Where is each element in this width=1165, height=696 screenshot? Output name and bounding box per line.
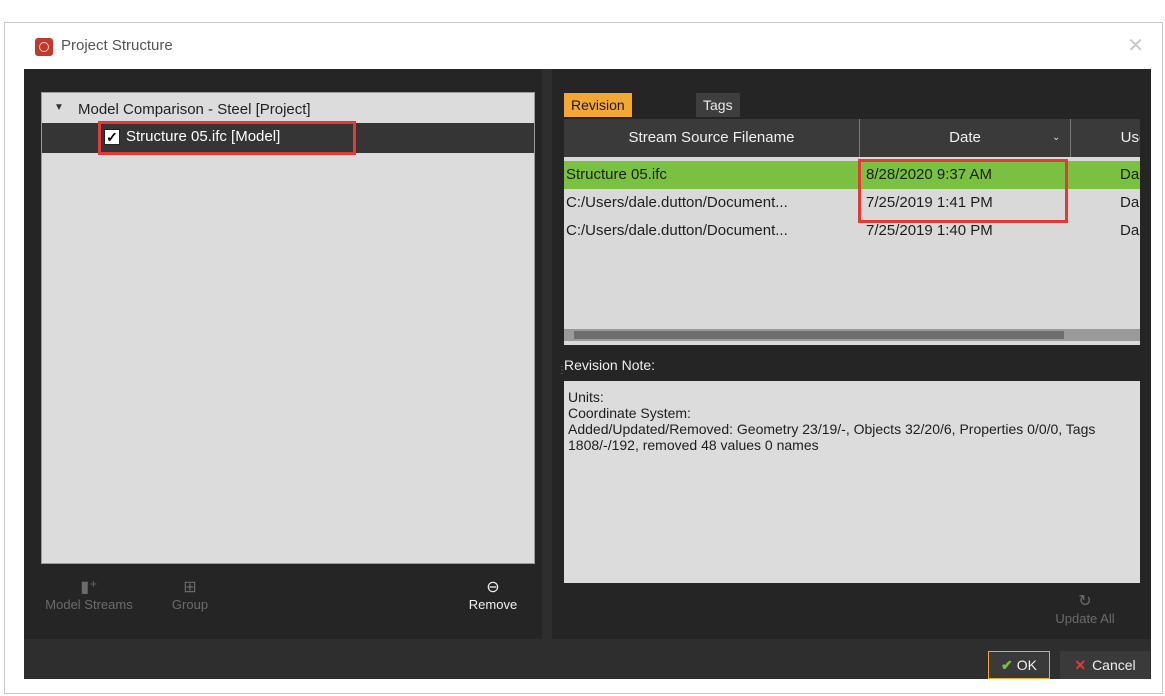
refresh-icon: ↻ — [1078, 593, 1092, 610]
update-all-label: Update All — [1055, 611, 1115, 626]
project-tree: ▼ Model Comparison - Steel [Project] ✓ S… — [41, 92, 535, 564]
x-icon: ✕ — [1074, 657, 1087, 673]
project-tree-panel: ▼ Model Comparison - Steel [Project] ✓ S… — [24, 69, 542, 639]
ok-button[interactable]: ✔ OK — [988, 651, 1050, 679]
update-all-button[interactable]: ↻ Update All — [1040, 591, 1130, 626]
left-toolbar: ▮⁺ Model Streams ⊞ Group ⊖ Remove — [24, 569, 542, 639]
group-button[interactable]: ⊞ Group — [160, 577, 220, 612]
horizontal-scrollbar[interactable] — [564, 329, 1140, 341]
cell-filename: Structure 05.ifc — [566, 166, 667, 183]
tree-item-model[interactable]: ✓ Structure 05.ifc [Model] — [42, 121, 534, 155]
column-header-date[interactable]: Date — [860, 119, 1071, 157]
remove-label: Remove — [468, 597, 518, 612]
dialog-footer: ✔ OK ✕ Cancel — [24, 639, 1151, 679]
table-header: Stream Source Filename Date ⌄ Use — [564, 119, 1140, 157]
cell-user: Da — [1120, 166, 1140, 183]
app-logo-icon — [35, 38, 53, 56]
cell-user: Da — [1120, 222, 1140, 239]
cancel-button[interactable]: ✕ Cancel — [1060, 651, 1150, 679]
model-checkbox[interactable]: ✓ — [104, 129, 120, 145]
close-icon[interactable]: ✕ — [1127, 33, 1144, 58]
revision-note-text: Units: Coordinate System: Added/Updated/… — [564, 381, 1140, 583]
column-header-user[interactable]: Use — [1104, 119, 1140, 157]
highlight-box — [858, 159, 1068, 223]
minus-circle-icon: ⊖ — [486, 579, 500, 596]
revision-panel: Revision History Tags Stream Source File… — [552, 69, 1151, 639]
column-header-filename[interactable]: Stream Source Filename — [564, 119, 860, 157]
revision-note-line: Coordinate System: — [568, 405, 691, 421]
tab-revision-history[interactable]: Revision History — [564, 93, 632, 137]
checkmark-icon: ✔ — [1001, 657, 1013, 673]
revision-note-line: Units: — [568, 389, 604, 405]
ok-label: OK — [1016, 657, 1037, 673]
tree-item-project-label: Model Comparison - Steel [Project] — [78, 101, 311, 118]
cell-filename: C:/Users/dale.dutton/Document... — [566, 222, 788, 239]
revision-table: Stream Source Filename Date ⌄ Use Struct… — [564, 119, 1140, 345]
cell-user: Da — [1120, 194, 1140, 211]
cell-filename: C:/Users/dale.dutton/Document... — [566, 194, 788, 211]
remove-button[interactable]: ⊖ Remove — [458, 577, 528, 612]
tree-item-project[interactable]: ▼ Model Comparison - Steel [Project] — [42, 99, 534, 121]
tree-item-model-label: Structure 05.ifc [Model] — [126, 128, 281, 145]
cancel-label: Cancel — [1092, 657, 1136, 673]
caret-down-icon[interactable]: ▼ — [54, 102, 64, 113]
group-label: Group — [171, 597, 209, 612]
scrollbar-thumb[interactable] — [574, 331, 1064, 339]
dialog-body: ▼ Model Comparison - Steel [Project] ✓ S… — [24, 69, 1151, 679]
folder-plus-icon: ⊞ — [183, 579, 197, 596]
dialog-window: Project Structure ✕ ▼ Model Comparison -… — [4, 22, 1163, 694]
revision-note-line: Added/Updated/Removed: Geometry 23/19/-,… — [568, 421, 1100, 453]
model-streams-icon: ▮⁺ — [80, 579, 98, 596]
window-title: Project Structure — [61, 37, 173, 54]
model-streams-label: Model Streams — [45, 597, 133, 612]
revision-note-label: Revision Note: — [564, 357, 656, 373]
model-streams-button[interactable]: ▮⁺ Model Streams — [34, 577, 144, 612]
sort-chevron-down-icon[interactable]: ⌄ — [1052, 119, 1060, 157]
tab-tags[interactable]: Tags — [696, 93, 740, 117]
title-bar: Project Structure ✕ — [5, 23, 1162, 69]
